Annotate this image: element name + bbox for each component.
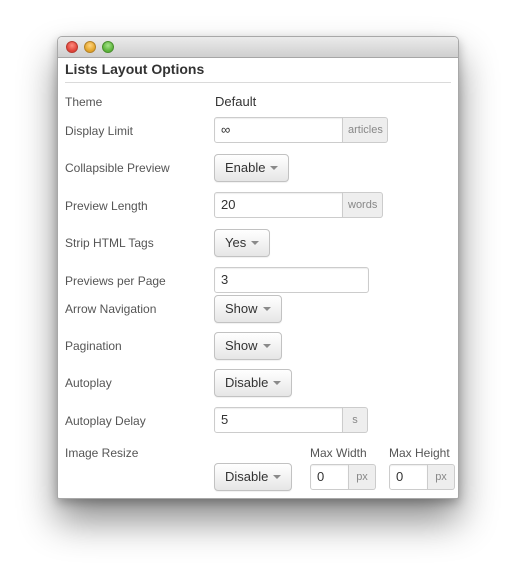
preview-length-label: Preview Length (65, 199, 148, 213)
image-resize-dropdown[interactable]: Disable (214, 463, 293, 491)
caret-down-icon (262, 343, 271, 348)
caret-down-icon (273, 380, 282, 385)
preview-length-unit: words (343, 192, 383, 218)
strip-html-label: Strip HTML Tags (65, 236, 154, 250)
previews-per-page-label: Previews per Page (65, 274, 166, 288)
max-width-group: 0 px (310, 464, 376, 490)
collapsible-preview-dropdown[interactable]: Enable (214, 154, 290, 182)
pagination-dropdown[interactable]: Show (214, 332, 282, 360)
max-height-label: Max Height (389, 446, 450, 460)
collapsible-preview-label: Collapsible Preview (65, 161, 170, 175)
preview-length-group: 20 words (214, 192, 383, 218)
display-limit-label: Display Limit (65, 124, 134, 138)
close-icon[interactable] (66, 41, 78, 53)
maximize-icon[interactable] (102, 41, 114, 53)
preview-length-input[interactable]: 20 (214, 192, 343, 218)
max-height-unit: px (428, 464, 455, 490)
display-limit-unit: articles (343, 117, 388, 143)
max-width-label: Max Width (310, 446, 367, 460)
display-limit-group: ∞ articles (214, 117, 388, 143)
caret-down-icon (270, 165, 279, 170)
max-width-unit: px (349, 464, 376, 490)
caret-down-icon (251, 240, 260, 245)
previews-per-page-input[interactable]: 3 (214, 267, 369, 293)
autoplay-delay-group: 5 s (214, 407, 368, 433)
caret-down-icon (273, 474, 282, 479)
image-resize-selected: Disable (225, 469, 269, 484)
autoplay-selected: Disable (225, 375, 269, 390)
arrow-navigation-dropdown[interactable]: Show (214, 295, 282, 323)
autoplay-dropdown[interactable]: Disable (214, 369, 293, 397)
pagination-selected: Show (225, 338, 258, 353)
max-width-input[interactable]: 0 (310, 464, 349, 490)
arrow-navigation-label: Arrow Navigation (65, 302, 157, 316)
autoplay-delay-input[interactable]: 5 (214, 407, 343, 433)
autoplay-label: Autoplay (65, 376, 112, 390)
strip-html-dropdown[interactable]: Yes (214, 229, 271, 257)
minimize-icon[interactable] (84, 41, 96, 53)
max-height-input[interactable]: 0 (389, 464, 428, 490)
options-window: Lists Layout Options Theme Default Displ… (57, 36, 459, 499)
collapsible-preview-selected: Enable (225, 160, 266, 175)
theme-value: Default (215, 94, 257, 109)
image-resize-label: Image Resize (65, 446, 139, 460)
display-limit-input[interactable]: ∞ (214, 117, 343, 143)
window-titlebar[interactable] (58, 37, 458, 58)
theme-label: Theme (65, 95, 103, 109)
max-height-group: 0 px (389, 464, 455, 490)
autoplay-delay-unit: s (343, 407, 368, 433)
autoplay-delay-label: Autoplay Delay (65, 414, 146, 428)
arrow-navigation-selected: Show (225, 301, 258, 316)
pagination-label: Pagination (65, 339, 122, 353)
strip-html-selected: Yes (225, 235, 247, 250)
previews-per-page-group: 3 (214, 267, 369, 293)
title-divider (65, 82, 451, 83)
caret-down-icon (262, 306, 271, 311)
panel-title: Lists Layout Options (65, 61, 205, 77)
